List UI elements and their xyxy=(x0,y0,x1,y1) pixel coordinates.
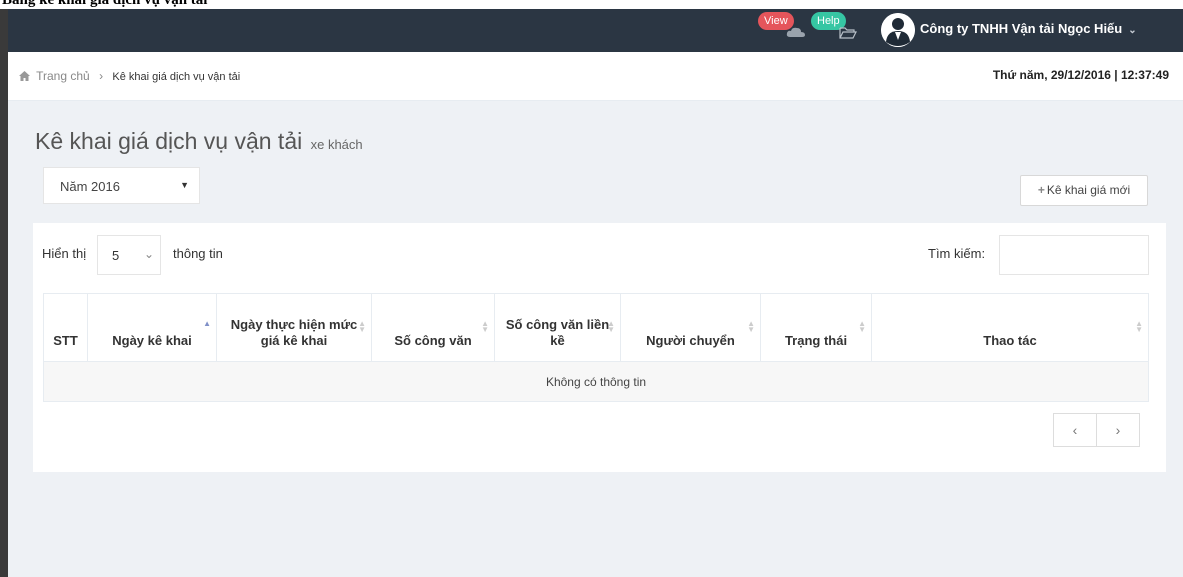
sort-asc-icon: ▲ xyxy=(203,319,211,328)
breadcrumb: Trang chủ › Kê khai giá dịch vụ vận tải xyxy=(19,69,240,83)
column-header-status[interactable]: Trạng thái ▲ ▼ xyxy=(760,293,872,362)
column-header-adjacent-document[interactable]: Số công văn liền kề ▲ ▼ xyxy=(494,293,621,362)
prev-page-button[interactable]: ‹ xyxy=(1054,414,1097,446)
empty-table-message: Không có thông tin xyxy=(43,361,1149,402)
company-menu[interactable]: Công ty TNHH Vận tải Ngọc Hiếu ⌄ xyxy=(920,21,1137,36)
chevron-down-icon: ⌄ xyxy=(143,247,154,261)
column-header-effective-date[interactable]: Ngày thực hiện mức giá kê khai ▲ ▼ xyxy=(216,293,372,362)
search-label: Tìm kiếm: xyxy=(928,246,986,261)
plus-icon: + xyxy=(1037,183,1045,197)
page-title-text: Kê khai giá dịch vụ vận tải xyxy=(35,128,303,154)
cloud-icon[interactable] xyxy=(786,27,806,38)
breadcrumb-home[interactable]: Trang chủ xyxy=(36,69,90,83)
chevron-down-icon: ⌄ xyxy=(1128,25,1137,36)
new-declaration-label: Kê khai giá mới xyxy=(1046,183,1131,197)
sort-icon: ▲ ▼ xyxy=(481,319,489,334)
caption-text: Bảng kê khai giá dịch vụ vận tải xyxy=(2,0,208,8)
column-header-stt[interactable]: STT xyxy=(43,293,88,362)
page-subtitle: xe khách xyxy=(310,137,363,152)
company-name: Công ty TNHH Vận tải Ngọc Hiếu xyxy=(920,21,1123,36)
avatar[interactable] xyxy=(881,13,915,47)
column-header-document-number[interactable]: Số công văn ▲ ▼ xyxy=(371,293,495,362)
show-entries-suffix: thông tin xyxy=(173,246,223,261)
table-row: Không có thông tin xyxy=(43,361,1149,402)
breadcrumb-bar: Trang chủ › Kê khai giá dịch vụ vận tải … xyxy=(8,52,1183,101)
folder-icon[interactable] xyxy=(839,26,857,39)
sort-icon: ▲ ▼ xyxy=(747,319,755,334)
main-content: Kê khai giá dịch vụ vận tải xe khách Năm… xyxy=(8,101,1183,577)
new-declaration-button[interactable]: + Kê khai giá mới xyxy=(1020,175,1148,206)
column-header-actions[interactable]: Thao tác ▲ ▼ xyxy=(871,293,1149,362)
left-sidebar-strip xyxy=(0,9,8,577)
page-length-select[interactable]: 5 ⌄ xyxy=(97,235,161,275)
top-navbar: View Help Công ty TNHH Vận tải Ngọc Hiếu… xyxy=(8,9,1183,52)
column-header-declaration-date[interactable]: Ngày kê khai ▲ xyxy=(87,293,217,362)
declarations-table: STT Ngày kê khai ▲ Ngày thực hiện mức giá… xyxy=(43,293,1149,402)
caret-down-icon: ▼ xyxy=(180,180,189,190)
table-card: Hiển thị 5 ⌄ thông tin Tìm kiếm: STT Ngà… xyxy=(33,223,1166,472)
show-entries-label: Hiển thị xyxy=(42,246,87,261)
breadcrumb-separator: › xyxy=(99,69,104,83)
search-input[interactable] xyxy=(999,235,1149,275)
year-select-value: Năm 2016 xyxy=(60,179,120,194)
column-header-sender[interactable]: Người chuyển ▲ ▼ xyxy=(620,293,761,362)
table-header-row: STT Ngày kê khai ▲ Ngày thực hiện mức giá… xyxy=(43,293,1149,362)
home-icon xyxy=(19,71,30,81)
page-length-value: 5 xyxy=(112,248,120,263)
pagination: ‹ › xyxy=(1053,413,1140,447)
top-caption-strip: Bảng kê khai giá dịch vụ vận tải xyxy=(0,0,1183,9)
next-page-button[interactable]: › xyxy=(1097,414,1139,446)
sort-icon: ▲ ▼ xyxy=(607,319,615,334)
year-select[interactable]: Năm 2016 ▼ xyxy=(43,167,200,204)
sort-icon: ▲ ▼ xyxy=(858,319,866,334)
page-title: Kê khai giá dịch vụ vận tải xe khách xyxy=(35,128,363,155)
sort-icon: ▲ ▼ xyxy=(1135,319,1143,334)
breadcrumb-current: Kê khai giá dịch vụ vận tải xyxy=(112,71,241,83)
sort-icon: ▲ ▼ xyxy=(358,319,366,334)
datetime-display: Thứ năm, 29/12/2016 | 12:37:49 xyxy=(992,68,1169,82)
